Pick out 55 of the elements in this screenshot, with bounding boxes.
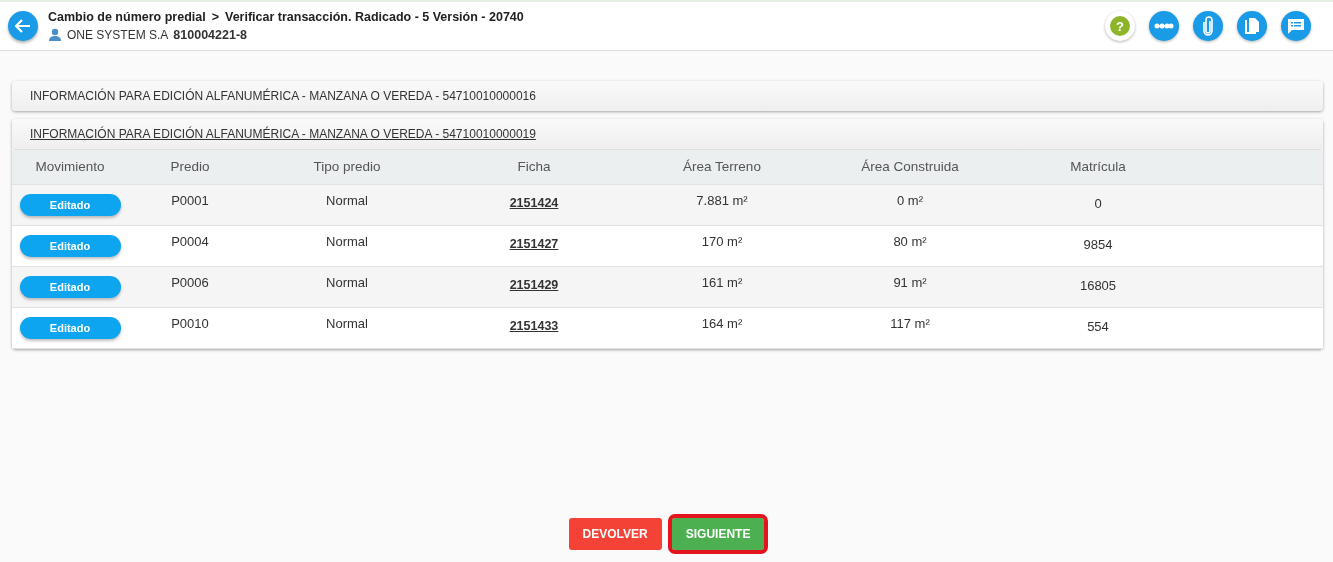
status-button[interactable]: Editado <box>19 234 121 257</box>
table-cell: Normal <box>326 192 368 208</box>
table-cell: 91 m² <box>893 274 927 290</box>
table-cell: 161 m² <box>701 274 743 290</box>
notes-button[interactable] <box>1281 11 1311 41</box>
column-header: Predio <box>128 150 252 184</box>
user-icon <box>48 28 62 42</box>
page-subtitle: Verificar transacción. Radicado - 5 Versión - 20740 <box>225 10 524 24</box>
back-button[interactable] <box>8 11 38 41</box>
status-button[interactable]: Editado <box>19 316 121 339</box>
table-cell: 164 m² <box>701 315 743 331</box>
dots-line-icon <box>1154 22 1174 30</box>
table-cell: P0006 <box>171 274 209 290</box>
table-cell: Normal <box>326 274 368 290</box>
ficha-link[interactable]: 2151427 <box>509 236 559 251</box>
table-cell: Normal <box>326 315 368 331</box>
table-cell: P0010 <box>171 315 209 331</box>
help-button[interactable]: ? <box>1105 11 1135 41</box>
column-header: Matrícula <box>1002 150 1194 184</box>
status-button[interactable]: Editado <box>19 193 121 216</box>
table-cell: 170 m² <box>701 233 743 249</box>
ficha-link[interactable]: 2151429 <box>509 277 559 292</box>
table-cell: P0004 <box>171 233 209 249</box>
table-cell: 80 m² <box>893 233 927 249</box>
documents-button[interactable] <box>1237 11 1267 41</box>
table-cell: P0001 <box>171 192 209 208</box>
column-header: Área Construida <box>818 150 1002 184</box>
company-nit: 810004221-8 <box>173 28 248 42</box>
table-cell: 7.881 m² <box>696 192 748 208</box>
table-cell: 117 m² <box>890 315 930 331</box>
column-header: Ficha <box>442 150 626 184</box>
paperclip-icon <box>1203 16 1213 36</box>
table-cell: 0 <box>1094 195 1102 211</box>
documents-icon <box>1244 17 1260 35</box>
arrow-left-icon <box>15 19 31 33</box>
return-button[interactable]: DEVOLVER <box>568 518 662 550</box>
table-cell: 0 m² <box>897 192 923 208</box>
flow-button[interactable] <box>1149 11 1179 41</box>
section-header[interactable]: INFORMACIÓN PARA EDICIÓN ALFANUMÉRICA - MANZANA O VEREDA - 54710010000019 <box>12 119 1323 150</box>
column-header: Movimiento <box>12 150 128 184</box>
ficha-link[interactable]: 2151433 <box>509 318 559 333</box>
attach-button[interactable] <box>1193 11 1223 41</box>
column-header: Tipo predio <box>252 150 442 184</box>
column-header: Área Terreno <box>626 150 818 184</box>
breadcrumb-separator: > <box>211 10 219 24</box>
table-cell: 9854 <box>1083 236 1113 252</box>
table-cell: 554 <box>1087 318 1109 334</box>
section-header[interactable]: INFORMACIÓN PARA EDICIÓN ALFANUMÉRICA - MANZANA O VEREDA - 54710010000016 <box>12 81 1323 111</box>
table-cell: Normal <box>326 233 368 249</box>
message-list-icon <box>1287 17 1305 35</box>
table-cell: 16805 <box>1079 277 1117 293</box>
company-name: ONE SYSTEM S.A <box>67 28 169 42</box>
ficha-link[interactable]: 2151424 <box>509 195 559 210</box>
page-title: Cambio de número predial <box>48 10 206 24</box>
status-button[interactable]: Editado <box>19 275 121 298</box>
